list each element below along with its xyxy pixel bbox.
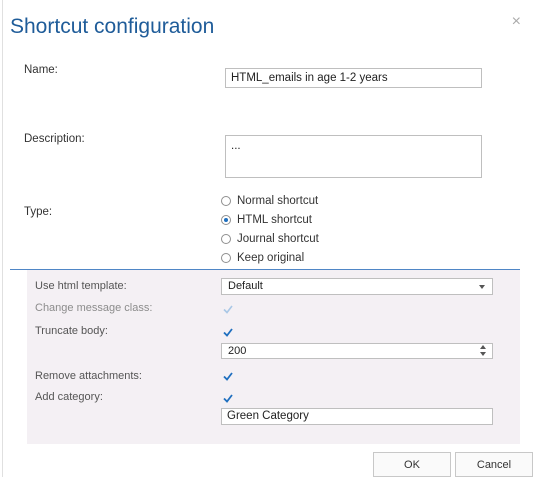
radio-label: Keep original bbox=[237, 252, 305, 264]
radio-journal-shortcut[interactable]: Journal shortcut bbox=[221, 233, 319, 245]
add-category-checkbox[interactable] bbox=[223, 394, 233, 403]
radio-button[interactable] bbox=[221, 196, 231, 206]
add-category-label: Add category: bbox=[35, 391, 103, 403]
dialog-title: Shortcut configuration bbox=[10, 15, 215, 38]
template-select[interactable]: Default bbox=[221, 278, 493, 295]
template-select-value: Default bbox=[228, 280, 263, 292]
radio-label: HTML shortcut bbox=[237, 214, 312, 226]
category-input[interactable]: Green Category bbox=[221, 408, 493, 425]
truncate-checkbox[interactable] bbox=[223, 328, 233, 337]
change-class-checkbox[interactable] bbox=[223, 305, 233, 314]
remove-attachments-label: Remove attachments: bbox=[35, 370, 142, 382]
description-label: Description: bbox=[24, 133, 85, 145]
shortcut-configuration-dialog: Shortcut configuration × Name: HTML_emai… bbox=[0, 0, 533, 477]
checkmark-icon bbox=[223, 372, 233, 381]
chevron-down-icon bbox=[479, 285, 485, 289]
use-template-label: Use html template: bbox=[35, 280, 127, 292]
checkmark-icon bbox=[223, 394, 233, 403]
radio-button[interactable] bbox=[221, 253, 231, 263]
type-label: Type: bbox=[24, 206, 53, 218]
radio-html-shortcut[interactable]: HTML shortcut bbox=[221, 214, 312, 226]
remove-attachments-checkbox[interactable] bbox=[223, 372, 233, 381]
close-icon[interactable]: × bbox=[512, 14, 521, 30]
cancel-button[interactable]: Cancel bbox=[455, 452, 533, 477]
radio-button-selected[interactable] bbox=[221, 215, 231, 225]
name-input[interactable]: HTML_emails in age 1-2 years bbox=[225, 68, 482, 88]
truncate-label: Truncate body: bbox=[35, 325, 108, 337]
ok-button[interactable]: OK bbox=[373, 452, 451, 477]
dialog-border bbox=[2, 0, 3, 477]
checkmark-icon bbox=[223, 305, 233, 314]
radio-button[interactable] bbox=[221, 234, 231, 244]
radio-label: Normal shortcut bbox=[237, 195, 319, 207]
checkmark-icon bbox=[223, 328, 233, 337]
radio-normal-shortcut[interactable]: Normal shortcut bbox=[221, 195, 318, 207]
name-label: Name: bbox=[24, 64, 58, 76]
truncate-length-stepper[interactable]: 200 bbox=[221, 343, 493, 359]
description-input[interactable]: ... bbox=[225, 135, 482, 178]
stepper-arrows-icon[interactable] bbox=[480, 345, 486, 357]
change-class-label: Change message class: bbox=[35, 302, 153, 314]
truncate-length-value: 200 bbox=[228, 345, 247, 357]
radio-keep-original[interactable]: Keep original bbox=[221, 252, 304, 264]
radio-label: Journal shortcut bbox=[237, 233, 319, 245]
